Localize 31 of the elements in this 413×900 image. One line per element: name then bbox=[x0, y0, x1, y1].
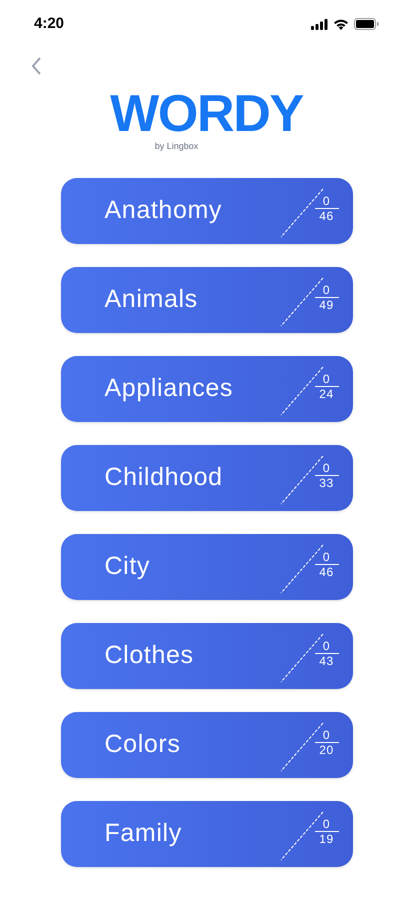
progress-total: 33 bbox=[319, 476, 334, 490]
category-button[interactable]: Anathomy 0 46 bbox=[60, 178, 352, 244]
category-button[interactable]: Family 0 19 bbox=[60, 800, 352, 866]
category-button[interactable]: Animals 0 49 bbox=[60, 266, 352, 332]
category-button[interactable]: Appliances 0 24 bbox=[60, 356, 352, 422]
progress-total: 24 bbox=[319, 386, 334, 400]
progress-total: 43 bbox=[319, 654, 334, 668]
progress-done: 0 bbox=[322, 638, 330, 652]
progress-total: 46 bbox=[319, 564, 334, 578]
logo-subtitle: by Lingbox bbox=[154, 140, 198, 153]
progress-done: 0 bbox=[322, 816, 330, 830]
progress-done: 0 bbox=[322, 550, 330, 564]
battery-icon bbox=[354, 18, 379, 30]
logo-title: WORDY bbox=[109, 84, 304, 143]
progress-done: 0 bbox=[322, 728, 330, 742]
category-button[interactable]: Childhood 0 33 bbox=[60, 444, 352, 510]
progress-done: 0 bbox=[322, 372, 330, 386]
progress-total: 20 bbox=[319, 742, 334, 756]
progress-done: 0 bbox=[322, 460, 330, 474]
category-button[interactable]: City 0 46 bbox=[60, 534, 352, 600]
progress-done: 0 bbox=[322, 194, 330, 208]
progress-total: 46 bbox=[319, 208, 334, 222]
progress-total: 19 bbox=[319, 832, 334, 846]
progress-done: 0 bbox=[322, 282, 330, 296]
wifi-icon bbox=[333, 18, 349, 30]
category-button[interactable]: Clothes 0 43 bbox=[60, 622, 352, 688]
progress-total: 49 bbox=[319, 298, 334, 312]
category-button[interactable]: Colors 0 20 bbox=[60, 712, 352, 778]
back-icon[interactable] bbox=[30, 56, 42, 76]
status-time: 4:20 bbox=[34, 14, 64, 34]
signal-icon bbox=[311, 18, 328, 30]
